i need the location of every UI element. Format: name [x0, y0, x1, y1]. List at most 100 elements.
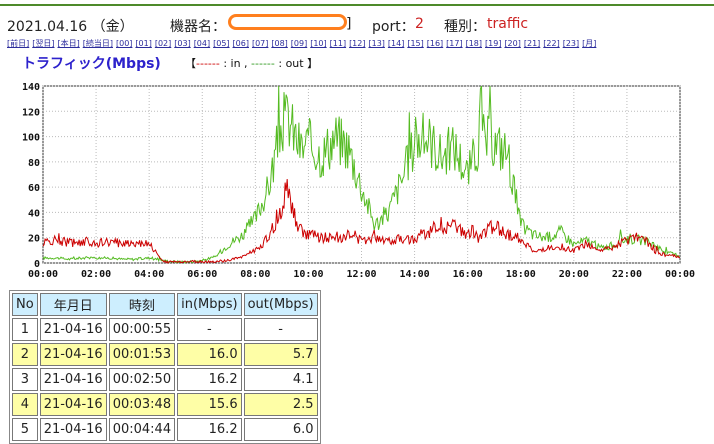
table-cell: 00:00:55 [108, 318, 176, 341]
y-tick-label: 40 [28, 208, 40, 219]
y-tick-label: 80 [28, 158, 40, 169]
table-cell: 21-04-16 [39, 393, 107, 416]
table-cell: 21-04-16 [39, 343, 107, 366]
nav-hour-link[interactable]: [12] [349, 39, 365, 48]
x-tick-label: 02:00 [81, 269, 111, 280]
table-cell: 2 [12, 343, 38, 366]
device-label: 機器名： [170, 19, 226, 35]
nav-hour-link[interactable]: [15] [407, 39, 423, 48]
x-tick-label: 10:00 [293, 269, 323, 280]
x-tick-label: 22:00 [612, 269, 642, 280]
table-cell: 00:01:53 [108, 343, 176, 366]
nav-hour-link[interactable]: [05] [213, 39, 229, 48]
x-tick-label: 14:00 [400, 269, 430, 280]
date-text: 2021.04.16 （金） [7, 19, 134, 35]
table-cell: 4.1 [243, 368, 318, 391]
nav-hour-link[interactable]: [06] [233, 39, 249, 48]
table-cell: 4 [12, 393, 38, 416]
table-cell: 1 [12, 318, 38, 341]
nav-hour-link[interactable]: [02] [155, 39, 171, 48]
y-tick-label: 60 [28, 183, 40, 194]
nav-day-link[interactable]: [続当日] [83, 39, 113, 48]
traffic-chart: 02040608010012014000:00 02:00 04:00 06:00 08… [22, 82, 695, 280]
nav-hour-link[interactable]: [14] [388, 39, 404, 48]
legend-in-label: : in , [219, 57, 252, 70]
nav-hour-link[interactable]: [23] [563, 39, 579, 48]
hour-navigation: [前日] [翌日] [本日] [続当日] [00] [01] [02] [03] [04] [05… [7, 38, 599, 49]
chart-title: トラフィック(Mbps) [22, 56, 161, 72]
table-cell: - [243, 318, 318, 341]
table-row: 1 21-04-16 00:00:55- - [12, 318, 318, 341]
nav-hour-link[interactable]: [11] [330, 39, 346, 48]
table-cell: 00:04:44 [108, 418, 176, 441]
nav-hour-link[interactable]: [03] [174, 39, 190, 48]
nav-hour-link[interactable]: [21] [524, 39, 540, 48]
nav-hour-link[interactable]: [19] [485, 39, 501, 48]
x-tick-label: 08:00 [240, 269, 270, 280]
nav-hour-link[interactable]: [09] [291, 39, 307, 48]
table-cell: 16.2 [177, 368, 242, 391]
nav-hour-link[interactable]: [08] [271, 39, 287, 48]
x-tick-label: 00:00 [28, 269, 58, 280]
table-header-cell: 時刻 [108, 293, 176, 316]
type-value: traffic [487, 16, 529, 32]
y-tick-label: 20 [28, 234, 40, 245]
table-cell: 00:02:50 [108, 368, 176, 391]
x-tick-label: 20:00 [559, 269, 589, 280]
traffic-table: No 年月日 時刻 in(Mbps) out(Mbps) 1 21-04-16 00:00:… [9, 290, 321, 444]
table-header-cell: out(Mbps) [243, 293, 318, 316]
chart-legend: 【------ : in , ------ : out 】 [185, 55, 318, 71]
nav-hour-link[interactable]: [月] [582, 39, 596, 48]
nav-hour-link[interactable]: [17] [446, 39, 462, 48]
y-tick-label: 120 [22, 107, 40, 118]
table-row: 5 21-04-16 00:04:44 16.2 6.0 [12, 418, 318, 441]
table-cell: 21-04-16 [39, 318, 107, 341]
y-tick-label: 100 [22, 133, 40, 144]
table-cell: 5 [12, 418, 38, 441]
device-bracket: ] [346, 16, 352, 32]
legend-out-label: : out 】 [274, 57, 319, 70]
table-cell: 16.2 [177, 418, 242, 441]
nav-hour-link[interactable]: [22] [543, 39, 559, 48]
legend-open: 【 [185, 57, 196, 70]
table-cell: 16.0 [177, 343, 242, 366]
y-tick-label: 140 [22, 82, 40, 93]
legend-out-line: ------ [251, 57, 275, 70]
x-tick-label: 06:00 [187, 269, 217, 280]
nav-hour-link[interactable]: [07] [252, 39, 268, 48]
x-tick-label: 16:00 [453, 269, 483, 280]
table-cell: 21-04-16 [39, 418, 107, 441]
table-row: 2 21-04-16 00:01:53 16.0 5.7 [12, 343, 318, 366]
table-cell: 6.0 [243, 418, 318, 441]
x-tick-label: 12:00 [346, 269, 376, 280]
x-tick-label: 04:00 [134, 269, 164, 280]
legend-in-line: ------ [196, 57, 220, 70]
nav-hour-link[interactable]: [13] [368, 39, 384, 48]
redaction-mark [228, 14, 347, 30]
port-label: port： [372, 19, 415, 35]
nav-day-link[interactable]: [前日] [7, 39, 29, 48]
top-divider [0, 4, 714, 6]
nav-hour-link[interactable]: [10] [310, 39, 326, 48]
nav-hour-link[interactable]: [04] [194, 39, 210, 48]
nav-hour-link[interactable]: [18] [466, 39, 482, 48]
table-cell: 3 [12, 368, 38, 391]
port-value: 2 [415, 16, 424, 32]
nav-hour-link[interactable]: [01] [135, 39, 151, 48]
nav-hour-link[interactable]: [16] [427, 39, 443, 48]
table-row: 4 21-04-16 00:03:48 15.6 2.5 [12, 393, 318, 416]
x-tick-label: 00:00 [665, 269, 695, 280]
nav-hour-link[interactable]: [20] [504, 39, 520, 48]
table-header-row: No 年月日 時刻 in(Mbps) out(Mbps) [12, 293, 318, 316]
type-label: 種別： [444, 19, 486, 35]
table-header-cell: in(Mbps) [177, 293, 242, 316]
nav-day-link[interactable]: [翌日] [32, 39, 54, 48]
table-header-cell: 年月日 [39, 293, 107, 316]
table-cell: 2.5 [243, 393, 318, 416]
table-cell: 00:03:48 [108, 393, 176, 416]
nav-day-link[interactable]: [本日] [58, 39, 80, 48]
table-cell: 15.6 [177, 393, 242, 416]
nav-hour-link[interactable]: [00] [116, 39, 132, 48]
table-cell: 5.7 [243, 343, 318, 366]
table-cell: 21-04-16 [39, 368, 107, 391]
